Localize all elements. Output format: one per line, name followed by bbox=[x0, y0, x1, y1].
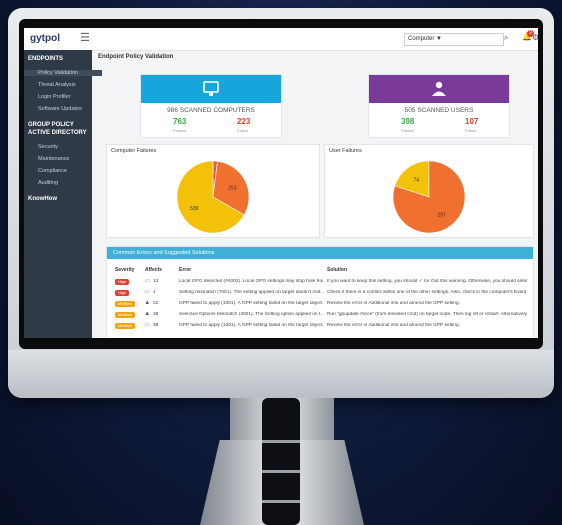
user-failures-panel: User Failures 74 297 bbox=[324, 144, 534, 238]
users-failed-label: Failed bbox=[465, 128, 476, 133]
monitor-icon: ▭ bbox=[145, 323, 150, 328]
pie-slice-label: 297 bbox=[438, 212, 447, 218]
computers-summary-card[interactable]: 986 SCANNED COMPUTERS 763 Passed 223 Fai… bbox=[140, 74, 282, 138]
users-failed-count: 107 bbox=[465, 117, 479, 126]
top-bar: gytpol ☰ Computer ▼ ⌕ 🔔 9 ⚙ bbox=[24, 28, 538, 51]
computers-passed-label: Passed bbox=[173, 128, 187, 133]
monitor-icon bbox=[203, 81, 219, 96]
monitor-icon: ▭ bbox=[145, 279, 150, 284]
sidebar-item-maintenance[interactable]: Maintenance bbox=[38, 156, 70, 162]
error-text: Local GPO detected (#4002). Local GPO se… bbox=[179, 279, 323, 284]
table-row[interactable]: High ▭ 13 Local GPO detected (#4002). Lo… bbox=[107, 277, 533, 288]
user-failures-pie[interactable]: 74 297 bbox=[325, 145, 533, 237]
cable-ring bbox=[262, 470, 300, 473]
sidebar-item-login-profiler[interactable]: Login Profiler bbox=[38, 94, 70, 100]
computers-passed-count: 763 bbox=[173, 117, 187, 126]
sidebar-item-compliance[interactable]: Compliance bbox=[38, 168, 67, 174]
pie-slice-label: 253 bbox=[228, 185, 237, 191]
sidebar-item-active-directory[interactable]: ACTIVE DIRECTORY bbox=[28, 130, 87, 136]
users-summary-card[interactable]: 505 SCANNED USERS 398 Passed 107 Failed bbox=[368, 74, 510, 138]
search-icon[interactable]: ⌕ bbox=[504, 33, 508, 43]
page-title: Endpoint Policy Validation bbox=[98, 54, 174, 60]
table-row[interactable]: Medium ▭ 38 GPP failed to apply (1001). … bbox=[107, 321, 533, 332]
errors-table-title: Common Errors and Suggested Solutions bbox=[107, 247, 533, 259]
sidebar-item-security[interactable]: Security bbox=[38, 144, 58, 150]
solution-text: Check if there is a conflict within one … bbox=[327, 290, 527, 295]
solution-text: Review the error in Additional info and … bbox=[327, 301, 460, 306]
error-text: Setting mismatch (7001). The setting app… bbox=[179, 290, 323, 295]
error-text: GPP failed to apply (1001). A GPP settin… bbox=[179, 301, 323, 306]
table-row[interactable]: High ▭ 1 Setting mismatch (7001). The se… bbox=[107, 288, 533, 299]
affects-count: 38 bbox=[153, 323, 159, 328]
sidebar-item-policy-validation[interactable]: Policy Validation bbox=[24, 70, 102, 76]
sidebar-item-knowhow[interactable]: KnowHow bbox=[28, 196, 57, 202]
col-header-solution[interactable]: Solution bbox=[327, 267, 347, 273]
sidebar-item-endpoints[interactable]: ENDPOINTS bbox=[28, 56, 63, 62]
solution-text: Review the error in Additional info and … bbox=[327, 323, 460, 328]
user-icon: ♟ bbox=[145, 312, 150, 317]
scope-dropdown[interactable]: Computer ▼ bbox=[404, 33, 504, 46]
pie-slice-label: 539 bbox=[190, 206, 199, 212]
errors-table-panel: Common Errors and Suggested Solutions Se… bbox=[106, 246, 534, 338]
solution-text: If you want to keep this setting, you sh… bbox=[327, 279, 527, 284]
gear-icon[interactable]: ⚙ bbox=[532, 33, 538, 42]
cable-ring bbox=[262, 440, 300, 443]
col-header-error[interactable]: Error bbox=[179, 267, 191, 273]
monitor-icon: ▭ bbox=[145, 290, 150, 295]
severity-badge: Medium bbox=[115, 301, 136, 307]
pie-slice-label: 74 bbox=[413, 178, 419, 184]
monitor-chin bbox=[8, 350, 554, 398]
users-passed-label: Passed bbox=[401, 128, 415, 133]
computer-failures-panel: Computer Failures 16 253 539 bbox=[106, 144, 320, 238]
computer-failures-pie[interactable]: 16253539 bbox=[107, 145, 319, 237]
computers-scanned-title: 986 SCANNED COMPUTERS bbox=[167, 107, 255, 114]
computers-failed-count: 223 bbox=[237, 117, 251, 126]
sidebar-item-threat-analysis[interactable]: Threat Analysis bbox=[38, 82, 76, 88]
table-row[interactable]: Medium ♟ 38 Selected Options Mismatch (2… bbox=[107, 310, 533, 321]
computers-failed-label: Failed bbox=[237, 128, 248, 133]
severity-badge: Medium bbox=[115, 323, 136, 329]
monitor-cable bbox=[262, 398, 300, 525]
affects-count: 13 bbox=[153, 279, 159, 284]
error-text: GPP failed to apply (1001). A GPP settin… bbox=[179, 323, 323, 328]
menu-toggle-icon[interactable]: ☰ bbox=[80, 31, 90, 44]
sidebar-item-group-policy[interactable]: GROUP POLICY bbox=[28, 122, 74, 128]
solution-text: Run "gpupdate /force" (from elevated cmd… bbox=[327, 312, 527, 317]
user-icon bbox=[432, 81, 446, 96]
col-header-severity[interactable]: Severity bbox=[115, 267, 134, 273]
error-text: Selected Options Mismatch (2001). The Se… bbox=[179, 312, 323, 317]
cable-ring bbox=[262, 500, 300, 503]
affects-count: 38 bbox=[153, 312, 159, 317]
severity-badge: High bbox=[115, 279, 130, 285]
users-card-header bbox=[369, 75, 509, 103]
table-row[interactable]: Medium ♟ 31 GPP failed to apply (1001). … bbox=[107, 299, 533, 310]
severity-badge: High bbox=[115, 290, 130, 296]
computers-card-header bbox=[141, 75, 281, 103]
users-scanned-title: 505 SCANNED USERS bbox=[404, 107, 474, 114]
app-screen: gytpol ☰ Computer ▼ ⌕ 🔔 9 ⚙ ENDPOINTS Po… bbox=[24, 28, 538, 338]
severity-badge: Medium bbox=[115, 312, 136, 318]
col-header-affects[interactable]: Affects bbox=[145, 267, 162, 273]
affects-count: 1 bbox=[153, 290, 156, 295]
app-logo[interactable]: gytpol bbox=[30, 33, 60, 44]
sidebar-item-auditing[interactable]: Auditing bbox=[38, 180, 58, 186]
sidebar: ENDPOINTS Policy Validation Threat Analy… bbox=[24, 50, 102, 338]
users-passed-count: 398 bbox=[401, 117, 415, 126]
monitor-frame: gytpol ☰ Computer ▼ ⌕ 🔔 9 ⚙ ENDPOINTS Po… bbox=[8, 8, 554, 398]
affects-count: 31 bbox=[153, 301, 159, 306]
main-content: Endpoint Policy Validation 986 SCANNED C… bbox=[92, 50, 538, 338]
user-icon: ♟ bbox=[145, 301, 150, 306]
sidebar-item-software-updates[interactable]: Software Updates bbox=[38, 106, 82, 112]
